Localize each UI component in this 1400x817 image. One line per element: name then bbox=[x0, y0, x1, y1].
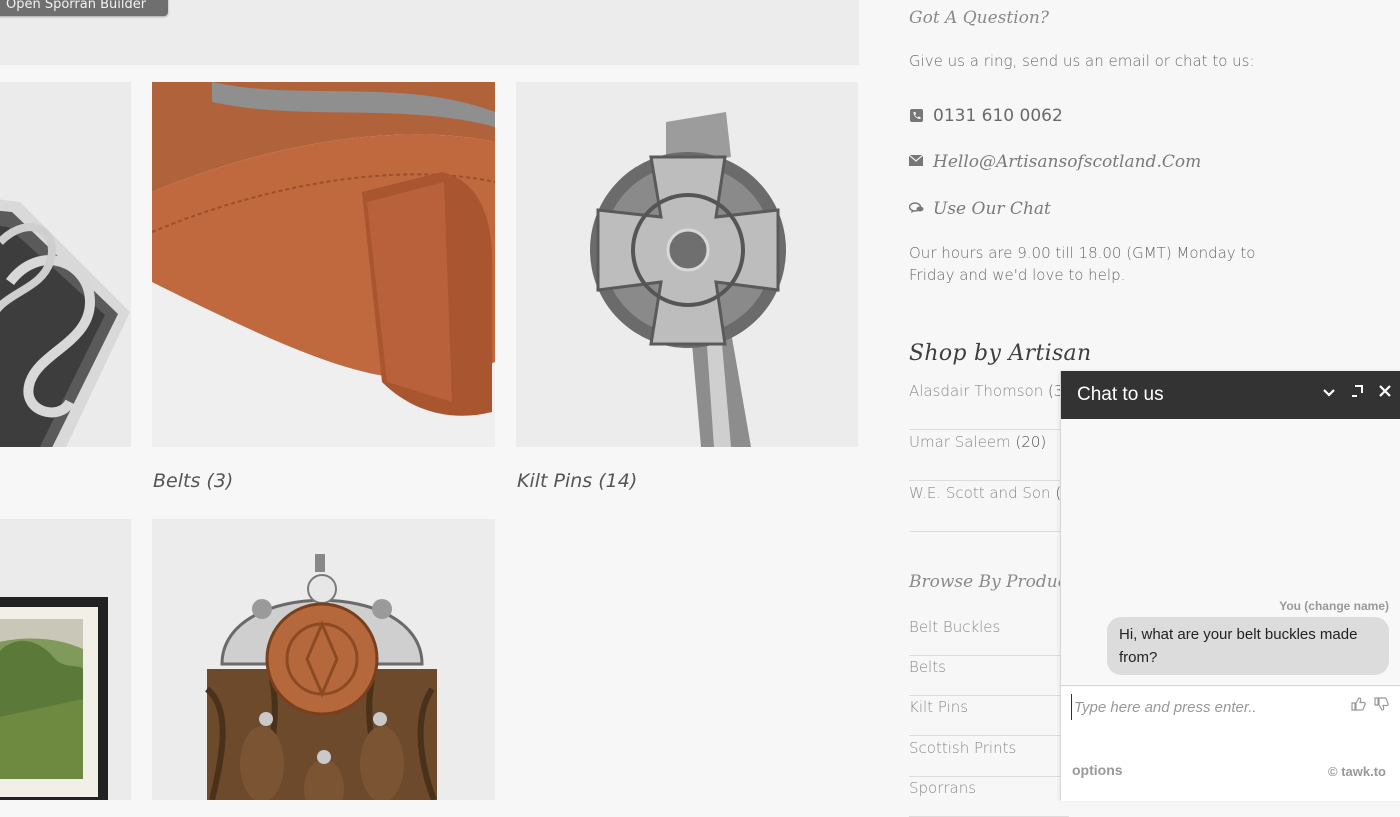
artisan-name: Umar Saleem bbox=[909, 433, 1011, 451]
thumbs-down-icon[interactable] bbox=[1374, 697, 1389, 714]
artisan-name: W.E. Scott and Son bbox=[909, 484, 1051, 502]
chat-options-link[interactable]: options bbox=[1072, 762, 1123, 778]
thumbs-up-icon[interactable] bbox=[1351, 697, 1366, 714]
chat-header[interactable]: Chat to us bbox=[1061, 371, 1400, 419]
open-sporran-builder-button[interactable]: Open Sporran Builder bbox=[0, 0, 168, 16]
phone-number: 0131 610 0062 bbox=[933, 106, 1063, 126]
browse-item-kilt-pins[interactable]: Kilt Pins bbox=[909, 695, 1069, 736]
shop-by-artisan-title: Shop by Artisan bbox=[909, 341, 1092, 366]
product-caption-belts[interactable]: Belts (3) bbox=[153, 470, 233, 492]
email-address: Hello@Artisansofscotland.Com bbox=[933, 152, 1202, 172]
artisan-name: Alasdair Thomson bbox=[909, 382, 1044, 400]
artisan-item[interactable]: Alasdair Thomson (3) bbox=[909, 379, 1069, 430]
product-name: Kilt Pins bbox=[517, 470, 593, 492]
you-change-name-link[interactable]: You (change name) bbox=[1279, 599, 1389, 613]
contact-intro: Give us a ring, send us an email or chat… bbox=[909, 52, 1255, 70]
phone-icon bbox=[909, 109, 923, 123]
product-tile-belts[interactable] bbox=[152, 82, 495, 447]
close-icon[interactable] bbox=[1375, 383, 1395, 405]
belt-buckle-image bbox=[0, 82, 131, 447]
chat-title: Chat to us bbox=[1077, 384, 1164, 405]
belt-image bbox=[152, 82, 495, 447]
chat-messages[interactable]: You (change name) Hi, what are your belt… bbox=[1061, 419, 1400, 685]
chat-message-bubble: Hi, what are your belt buckles made from… bbox=[1107, 617, 1389, 675]
browse-by-product-title: Browse By Product bbox=[909, 572, 1075, 592]
chat-input-area: options © tawk.to bbox=[1061, 685, 1400, 801]
popout-icon[interactable] bbox=[1347, 383, 1367, 405]
top-banner: Open Sporran Builder bbox=[0, 0, 859, 65]
product-tile-belt-buckles[interactable] bbox=[0, 82, 131, 447]
product-name: Belts bbox=[153, 470, 201, 492]
browse-item-sporrans[interactable]: Sporrans bbox=[909, 776, 1069, 817]
artisan-item[interactable]: Umar Saleem (20) bbox=[909, 430, 1069, 481]
product-count: (3) bbox=[206, 470, 234, 492]
browse-item-belt-buckles[interactable]: Belt Buckles bbox=[909, 615, 1069, 656]
product-count: (14) bbox=[598, 470, 638, 492]
chat-widget: Chat to us You (change name) Hi, what ar… bbox=[1060, 371, 1400, 801]
got-a-question-title: Got A Question? bbox=[909, 8, 1049, 28]
tawk-to-brand-link[interactable]: © tawk.to bbox=[1328, 764, 1386, 779]
chat-message-input[interactable] bbox=[1071, 694, 1346, 720]
scottish-print-image bbox=[0, 519, 131, 800]
product-tile-sporrans[interactable] bbox=[152, 519, 495, 800]
use-our-chat-link[interactable]: Use Our Chat bbox=[933, 199, 1051, 219]
kilt-pin-image bbox=[516, 82, 858, 447]
artisan-count: (20) bbox=[1015, 433, 1047, 451]
chevron-down-icon[interactable] bbox=[1319, 383, 1339, 405]
browse-item-belts[interactable]: Belts bbox=[909, 655, 1069, 696]
email-row[interactable]: Hello@Artisansofscotland.Com bbox=[908, 152, 1202, 172]
chat-bubbles-icon bbox=[908, 202, 924, 216]
chat-link-row[interactable]: Use Our Chat bbox=[908, 199, 1051, 219]
browse-item-scottish-prints[interactable]: Scottish Prints bbox=[909, 736, 1069, 777]
hours-line-2: Friday and we'd love to help. bbox=[909, 266, 1126, 284]
product-tile-kilt-pins[interactable] bbox=[516, 82, 858, 447]
envelope-icon bbox=[908, 154, 924, 169]
artisan-item[interactable]: W.E. Scott and Son (12) bbox=[909, 481, 1069, 532]
product-caption-kilt-pins[interactable]: Kilt Pins (14) bbox=[517, 470, 637, 492]
phone-row[interactable]: 0131 610 0062 bbox=[909, 106, 1063, 126]
sporran-image bbox=[152, 519, 495, 800]
product-tile-scottish-prints[interactable] bbox=[0, 519, 131, 800]
hours-line-1: Our hours are 9.00 till 18.00 (GMT) Mond… bbox=[909, 244, 1256, 262]
